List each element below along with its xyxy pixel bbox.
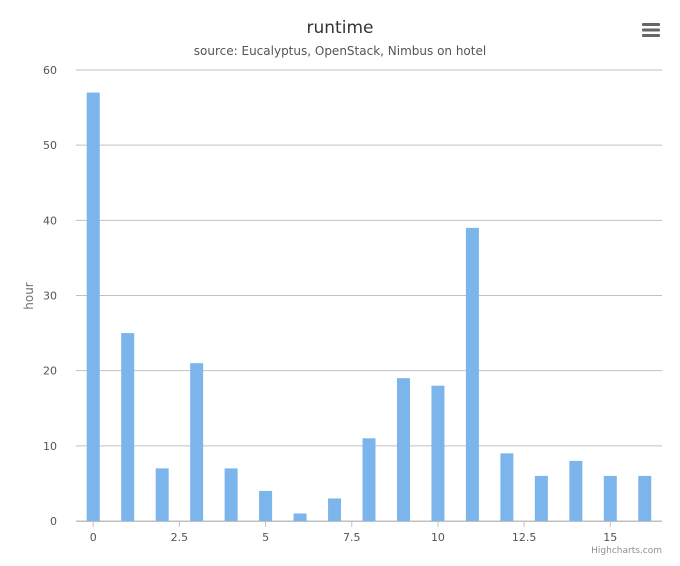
x-tick-label: 15 <box>603 531 617 544</box>
y-tick-label: 30 <box>43 290 57 303</box>
bar-x-9[interactable] <box>396 378 410 521</box>
hamburger-menu-icon <box>642 23 660 37</box>
y-axis-ticks: 0 10 20 30 40 50 60 <box>43 64 57 528</box>
bar-series <box>86 92 652 522</box>
chart-menu-button[interactable] <box>636 18 666 42</box>
bar-x-8[interactable] <box>362 438 376 521</box>
bar-x-15[interactable] <box>603 475 617 521</box>
y-tick-label: 60 <box>43 64 57 77</box>
credits-link[interactable]: Highcharts.com <box>591 546 662 556</box>
chart-subtitle: source: Eucalyptus, OpenStack, Nimbus on… <box>194 44 486 58</box>
y-tick-label: 20 <box>43 365 57 378</box>
y-tick-label: 50 <box>43 139 57 152</box>
bar-x-7[interactable] <box>328 498 342 521</box>
chart: runtime source: Eucalyptus, OpenStack, N… <box>22 18 666 556</box>
x-tick-label: 5 <box>262 531 269 544</box>
x-tick-label: 12.5 <box>512 531 537 544</box>
bar-x-16[interactable] <box>638 475 652 521</box>
x-tick-label: 0 <box>90 531 97 544</box>
chart-title: runtime <box>307 18 374 38</box>
bar-x-1[interactable] <box>121 333 135 521</box>
bar-x-0[interactable] <box>86 92 100 522</box>
bar-x-14[interactable] <box>569 460 583 521</box>
bar-x-13[interactable] <box>534 475 548 521</box>
y-tick-label: 10 <box>43 440 57 453</box>
x-axis-ticks: 0 2.5 5 7.5 10 12.5 15 <box>90 521 617 544</box>
y-axis-title: hour <box>22 282 36 310</box>
x-tick-label: 2.5 <box>171 531 189 544</box>
y-tick-label: 40 <box>43 214 57 227</box>
bar-x-6[interactable] <box>293 513 307 521</box>
x-tick-label: 7.5 <box>343 531 361 544</box>
x-tick-label: 10 <box>431 531 445 544</box>
bar-x-5[interactable] <box>259 490 273 521</box>
bar-x-12[interactable] <box>500 453 514 521</box>
bar-x-11[interactable] <box>465 227 479 521</box>
bar-x-2[interactable] <box>155 468 169 521</box>
bar-x-3[interactable] <box>190 363 204 521</box>
y-tick-label: 0 <box>50 515 57 528</box>
bar-x-4[interactable] <box>224 468 238 521</box>
bar-x-10[interactable] <box>431 385 445 521</box>
